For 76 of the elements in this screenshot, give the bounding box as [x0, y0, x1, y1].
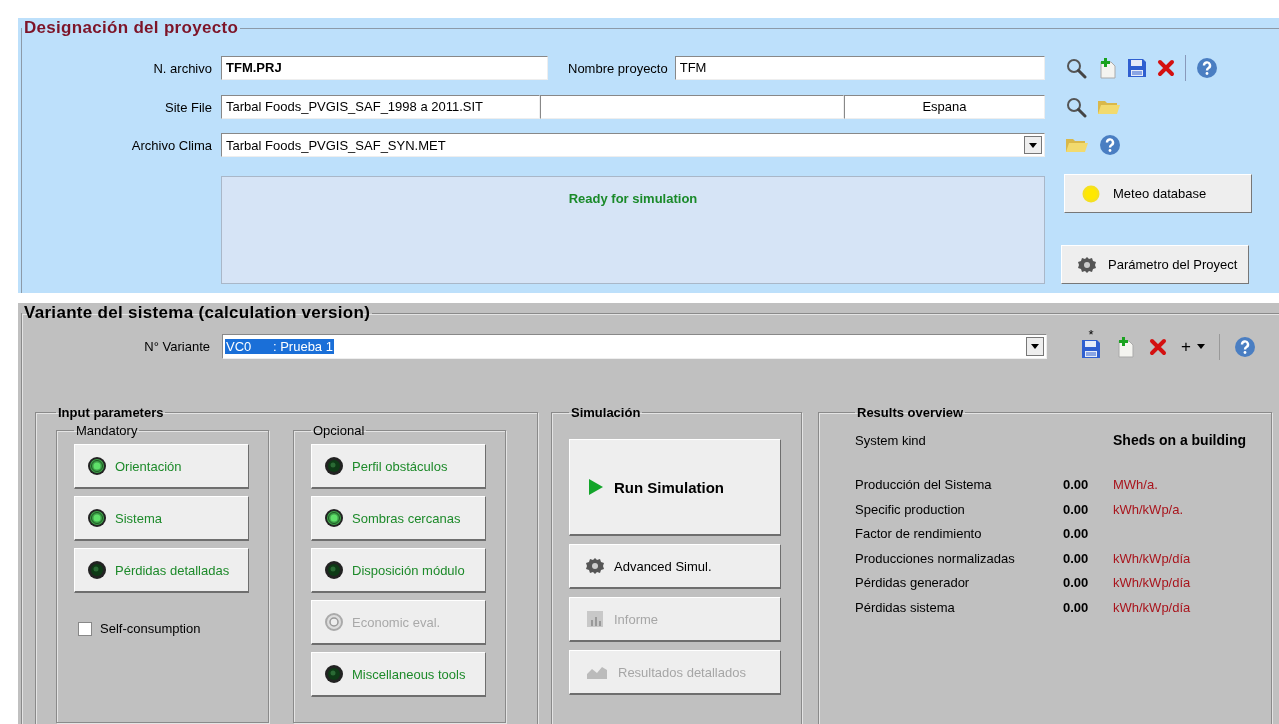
result-value: Sheds on a building [1113, 432, 1247, 449]
help-icon[interactable] [1099, 134, 1121, 156]
dropdown-button[interactable] [1026, 337, 1044, 356]
delete-icon[interactable] [1149, 337, 1167, 356]
result-unit: kWh/kWp/día [1113, 599, 1192, 615]
result-value: 0.00 [1063, 575, 1090, 591]
caret-icon [1196, 344, 1205, 349]
search-icon[interactable] [1065, 96, 1087, 118]
section-title: Results overview [856, 405, 965, 420]
input-field[interactable]: Espana [844, 95, 1045, 119]
field-label: Site File [164, 99, 213, 115]
parameter-button[interactable]: Perfil obstáculos [311, 444, 486, 489]
dropdown-field[interactable]: Tarbal Foods_PVGIS_SAF_SYN.MET [221, 133, 1045, 157]
play-icon [588, 478, 604, 496]
group-title: Opcional [312, 423, 366, 438]
input-field[interactable]: TFM.PRJ [221, 56, 548, 80]
result-value: 0.00 [1063, 599, 1090, 615]
parameter-button[interactable]: Pérdidas detalladas [74, 548, 249, 593]
checkbox-label: Self-consumption [100, 621, 201, 636]
result-value: 0.00 [1063, 526, 1090, 542]
field-label: N. archivo [152, 60, 213, 76]
parameter-button[interactable]: Sombras cercanas [311, 496, 486, 541]
delete-icon[interactable] [1157, 59, 1175, 77]
line-chart-icon [586, 664, 608, 680]
parameter-button[interactable]: Sistema [74, 496, 249, 541]
sun-icon [1081, 183, 1101, 204]
result-unit: MWh/a. [1113, 477, 1159, 493]
field-label: Archivo Clima [130, 137, 213, 153]
input-field[interactable]: Tarbal Foods_PVGIS_SAF_1998 a 2011.SIT [221, 95, 540, 119]
add-menu-button[interactable]: + [1181, 336, 1205, 357]
help-icon[interactable] [1233, 335, 1256, 358]
result-value: 0.00 [1063, 501, 1090, 517]
dropdown-button[interactable] [1024, 136, 1042, 154]
panel-title: Variante del sistema (calculation version) [23, 303, 372, 323]
group-title: Mandatory [75, 423, 139, 438]
result-unit: kWh/kWp/día [1113, 575, 1192, 591]
parameter-button[interactable]: Miscellaneous tools [311, 652, 486, 697]
result-label: Producción del Sistema [855, 477, 993, 493]
result-unit: kWh/kWp/día [1113, 550, 1192, 566]
modified-mark: * [1087, 331, 1095, 339]
dropdown-field[interactable]: VC0 : Prueba 1 [222, 334, 1047, 359]
new-document-icon[interactable] [1097, 57, 1117, 79]
caret-icon [1031, 344, 1039, 349]
new-document-icon[interactable] [1115, 335, 1135, 358]
input-field[interactable] [540, 95, 844, 119]
parameter-button[interactable]: Orientación [74, 444, 249, 489]
help-icon[interactable] [1196, 57, 1218, 79]
result-label: System kind [855, 432, 927, 448]
panel-title: Designación del proyecto [23, 18, 240, 38]
input-field[interactable]: TFM [674, 56, 1045, 80]
save-icon[interactable] [1081, 339, 1101, 359]
result-label: Pérdidas sistema [855, 599, 956, 615]
result-label: Factor de rendimiento [855, 526, 983, 542]
checkbox[interactable] [78, 621, 92, 636]
result-value: 0.00 [1063, 550, 1090, 566]
result-label: Pérdidas generador [855, 575, 971, 591]
field-label: N° Variante [143, 339, 211, 354]
search-icon[interactable] [1065, 57, 1087, 79]
gear-icon [1078, 255, 1096, 274]
gear-icon [586, 557, 604, 575]
run-simulation-button[interactable]: Run Simulation [569, 439, 781, 536]
save-icon[interactable] [1127, 58, 1147, 78]
result-label: Producciones normalizadas [855, 550, 1016, 566]
project-settings-button[interactable]: Parámetro del Proyect [1061, 245, 1249, 284]
result-value: 0.00 [1063, 477, 1090, 493]
result-label: Specific production [855, 501, 966, 517]
advanced-simulation-button[interactable]: Advanced Simul. [569, 544, 781, 589]
section-title: Input parameters [57, 405, 165, 420]
status-message: Ready for simulation [568, 190, 698, 206]
section-title: Simulación [570, 405, 642, 420]
bar-chart-icon [586, 610, 604, 628]
field-label: Nombre proyecto [568, 60, 668, 76]
caret-icon [1029, 142, 1037, 148]
meteo-database-button[interactable]: Meteo database [1064, 174, 1252, 213]
result-unit: kWh/kWp/a. [1113, 501, 1185, 517]
parameter-button[interactable]: Disposición módulo [311, 548, 486, 593]
